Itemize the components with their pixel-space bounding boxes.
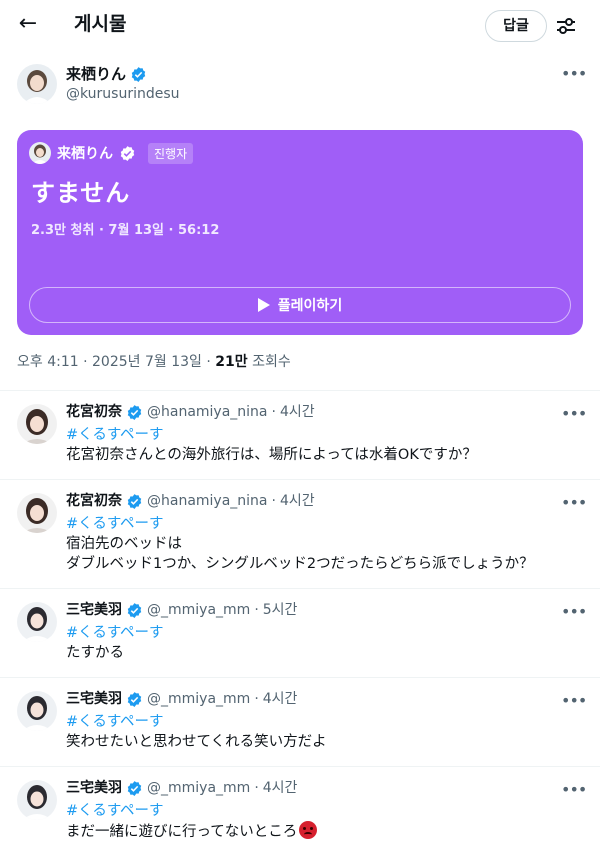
reply-author-name[interactable]: 三宅美羽 <box>66 690 122 709</box>
more-options-icon[interactable]: ••• <box>561 604 587 622</box>
reply-text: 宿泊先のベッドは ダブルベッド1つか、シングルベッド2つだったらどちら派でしょう… <box>66 534 576 574</box>
host-avatar <box>29 142 51 164</box>
reply-item[interactable]: 三宅美羽 @_mmiya_mm · 5시간 ••• #くるすペーす たすかる <box>0 588 600 677</box>
more-options-icon[interactable]: ••• <box>561 693 587 711</box>
play-button[interactable]: 플레이하기 <box>29 287 571 323</box>
host-badge: 진행자 <box>148 142 194 164</box>
reply-item[interactable]: 三宅美羽 @_mmiya_mm · 4시간 ••• #くるすペーす 笑わせたいと… <box>0 677 600 766</box>
reply-header: 花宮初奈 @hanamiya_nina · 4시간 <box>66 403 315 422</box>
separator-dot: · <box>254 691 259 707</box>
reply-time[interactable]: 5시간 <box>263 601 298 620</box>
space-meta: 2.3만 청취 · 7월 13일 · 56:12 <box>31 223 220 238</box>
play-icon <box>257 298 270 312</box>
sliders-icon[interactable] <box>553 14 579 38</box>
play-label: 플레이하기 <box>277 298 343 314</box>
post-timestamp-views: 오후 4:11 · 2025년 7월 13일 · 21만 조회수 <box>17 352 291 372</box>
reply-text-content: まだ一緒に遊びに行ってないところ <box>66 824 298 840</box>
reply-handle[interactable]: @hanamiya_nina <box>147 492 268 511</box>
reply-author-name[interactable]: 花宮初奈 <box>66 492 122 511</box>
author-avatar[interactable] <box>17 64 57 104</box>
verified-badge-icon <box>127 494 142 509</box>
reply-header: 三宅美羽 @_mmiya_mm · 4시간 <box>66 690 297 709</box>
reply-time[interactable]: 4시간 <box>263 779 298 798</box>
reply-avatar[interactable] <box>17 691 57 731</box>
reply-text-line: 花宮初奈さんとの海外旅行は、場所によっては水着OKですか？ <box>66 447 477 463</box>
reply-handle[interactable]: @_mmiya_mm <box>147 601 250 620</box>
author-name-text: 来栖りん <box>66 65 127 83</box>
verified-badge-icon <box>127 692 142 707</box>
space-host: 来栖りん 진행자 <box>29 142 194 164</box>
hashtag-link[interactable]: #くるすペーす <box>66 801 164 821</box>
more-options-icon[interactable]: ••• <box>561 782 587 800</box>
hashtag-link[interactable]: #くるすペーす <box>66 712 164 732</box>
angry-face-emoji-icon <box>299 821 318 839</box>
reply-header: 三宅美羽 @_mmiya_mm · 5시간 <box>66 601 297 620</box>
reply-button[interactable]: 답글 <box>485 10 547 42</box>
author-name[interactable]: 来栖りん <box>66 64 147 84</box>
more-options-icon[interactable]: ••• <box>561 406 587 424</box>
more-options-icon[interactable]: ••• <box>561 66 587 84</box>
hashtag-link[interactable]: #くるすペーす <box>66 425 164 445</box>
page-title: 게시물 <box>74 13 127 35</box>
reply-text-line: 笑わせたいと思わせてくれる笑い方だよ <box>66 734 327 750</box>
separator-dot: · <box>254 602 259 618</box>
reply-header: 花宮初奈 @hanamiya_nina · 4시간 <box>66 492 315 511</box>
reply-author-name[interactable]: 三宅美羽 <box>66 601 122 620</box>
reply-text: 笑わせたいと思わせてくれる笑い方だよ <box>66 732 576 752</box>
reply-avatar[interactable] <box>17 404 57 444</box>
author-handle[interactable]: @kurusurindesu <box>66 85 180 103</box>
reply-text-line: 宿泊先のベッドは <box>66 536 182 552</box>
reply-item[interactable]: 三宅美羽 @_mmiya_mm · 4시간 ••• #くるすペーす まだ一緒に遊… <box>0 766 600 855</box>
reply-time[interactable]: 4시간 <box>280 403 315 422</box>
reply-avatar[interactable] <box>17 493 57 533</box>
separator-dot: · <box>271 404 276 420</box>
reply-text-line: まだ一緒に遊びに行ってないところ <box>66 821 576 842</box>
reply-text-line: たすかる <box>66 645 124 661</box>
view-count: 21만 <box>215 354 248 370</box>
hashtag-link[interactable]: #くるすペーす <box>66 623 164 643</box>
reply-text-line: ダブルベッド1つか、シングルベッド2つだったらどちら派でしょうか？ <box>66 556 534 572</box>
post-timestamp[interactable]: 오후 4:11 · 2025년 7월 13일 · <box>17 354 215 370</box>
reply-text: 花宮初奈さんとの海外旅行は、場所によっては水着OKですか？ <box>66 445 576 465</box>
reply-time[interactable]: 4시간 <box>263 690 298 709</box>
verified-badge-icon <box>127 781 142 796</box>
top-bar: ← 게시물 답글 <box>0 0 600 52</box>
reply-author-name[interactable]: 花宮初奈 <box>66 403 122 422</box>
reply-handle[interactable]: @_mmiya_mm <box>147 779 250 798</box>
more-options-icon[interactable]: ••• <box>561 495 587 513</box>
back-arrow-icon[interactable]: ← <box>14 10 42 38</box>
post-author: 来栖りん @kurusurindesu ••• <box>0 56 600 112</box>
reply-time[interactable]: 4시간 <box>280 492 315 511</box>
reply-avatar[interactable] <box>17 602 57 642</box>
space-card[interactable]: 来栖りん 진행자 すません 2.3만 청취 · 7월 13일 · 56:12 플… <box>17 130 583 335</box>
reply-handle[interactable]: @hanamiya_nina <box>147 403 268 422</box>
verified-badge-icon <box>120 145 135 161</box>
reply-item[interactable]: 花宮初奈 @hanamiya_nina · 4시간 ••• #くるすペーす 花宮… <box>0 390 600 479</box>
view-label: 조회수 <box>247 354 291 370</box>
reply-text: まだ一緒に遊びに行ってないところ <box>66 821 576 842</box>
reply-text: たすかる <box>66 643 576 663</box>
reply-header: 三宅美羽 @_mmiya_mm · 4시간 <box>66 779 297 798</box>
separator-dot: · <box>271 493 276 509</box>
host-name: 来栖りん <box>57 146 113 162</box>
reply-author-name[interactable]: 三宅美羽 <box>66 779 122 798</box>
separator-dot: · <box>254 780 259 796</box>
verified-badge-icon <box>127 603 142 618</box>
reply-item[interactable]: 花宮初奈 @hanamiya_nina · 4시간 ••• #くるすペーす 宿泊… <box>0 479 600 588</box>
verified-badge-icon <box>127 405 142 420</box>
space-title: すません <box>31 179 131 207</box>
hashtag-link[interactable]: #くるすペーす <box>66 514 164 534</box>
reply-avatar[interactable] <box>17 780 57 820</box>
verified-badge-icon <box>131 66 146 82</box>
reply-handle[interactable]: @_mmiya_mm <box>147 690 250 709</box>
